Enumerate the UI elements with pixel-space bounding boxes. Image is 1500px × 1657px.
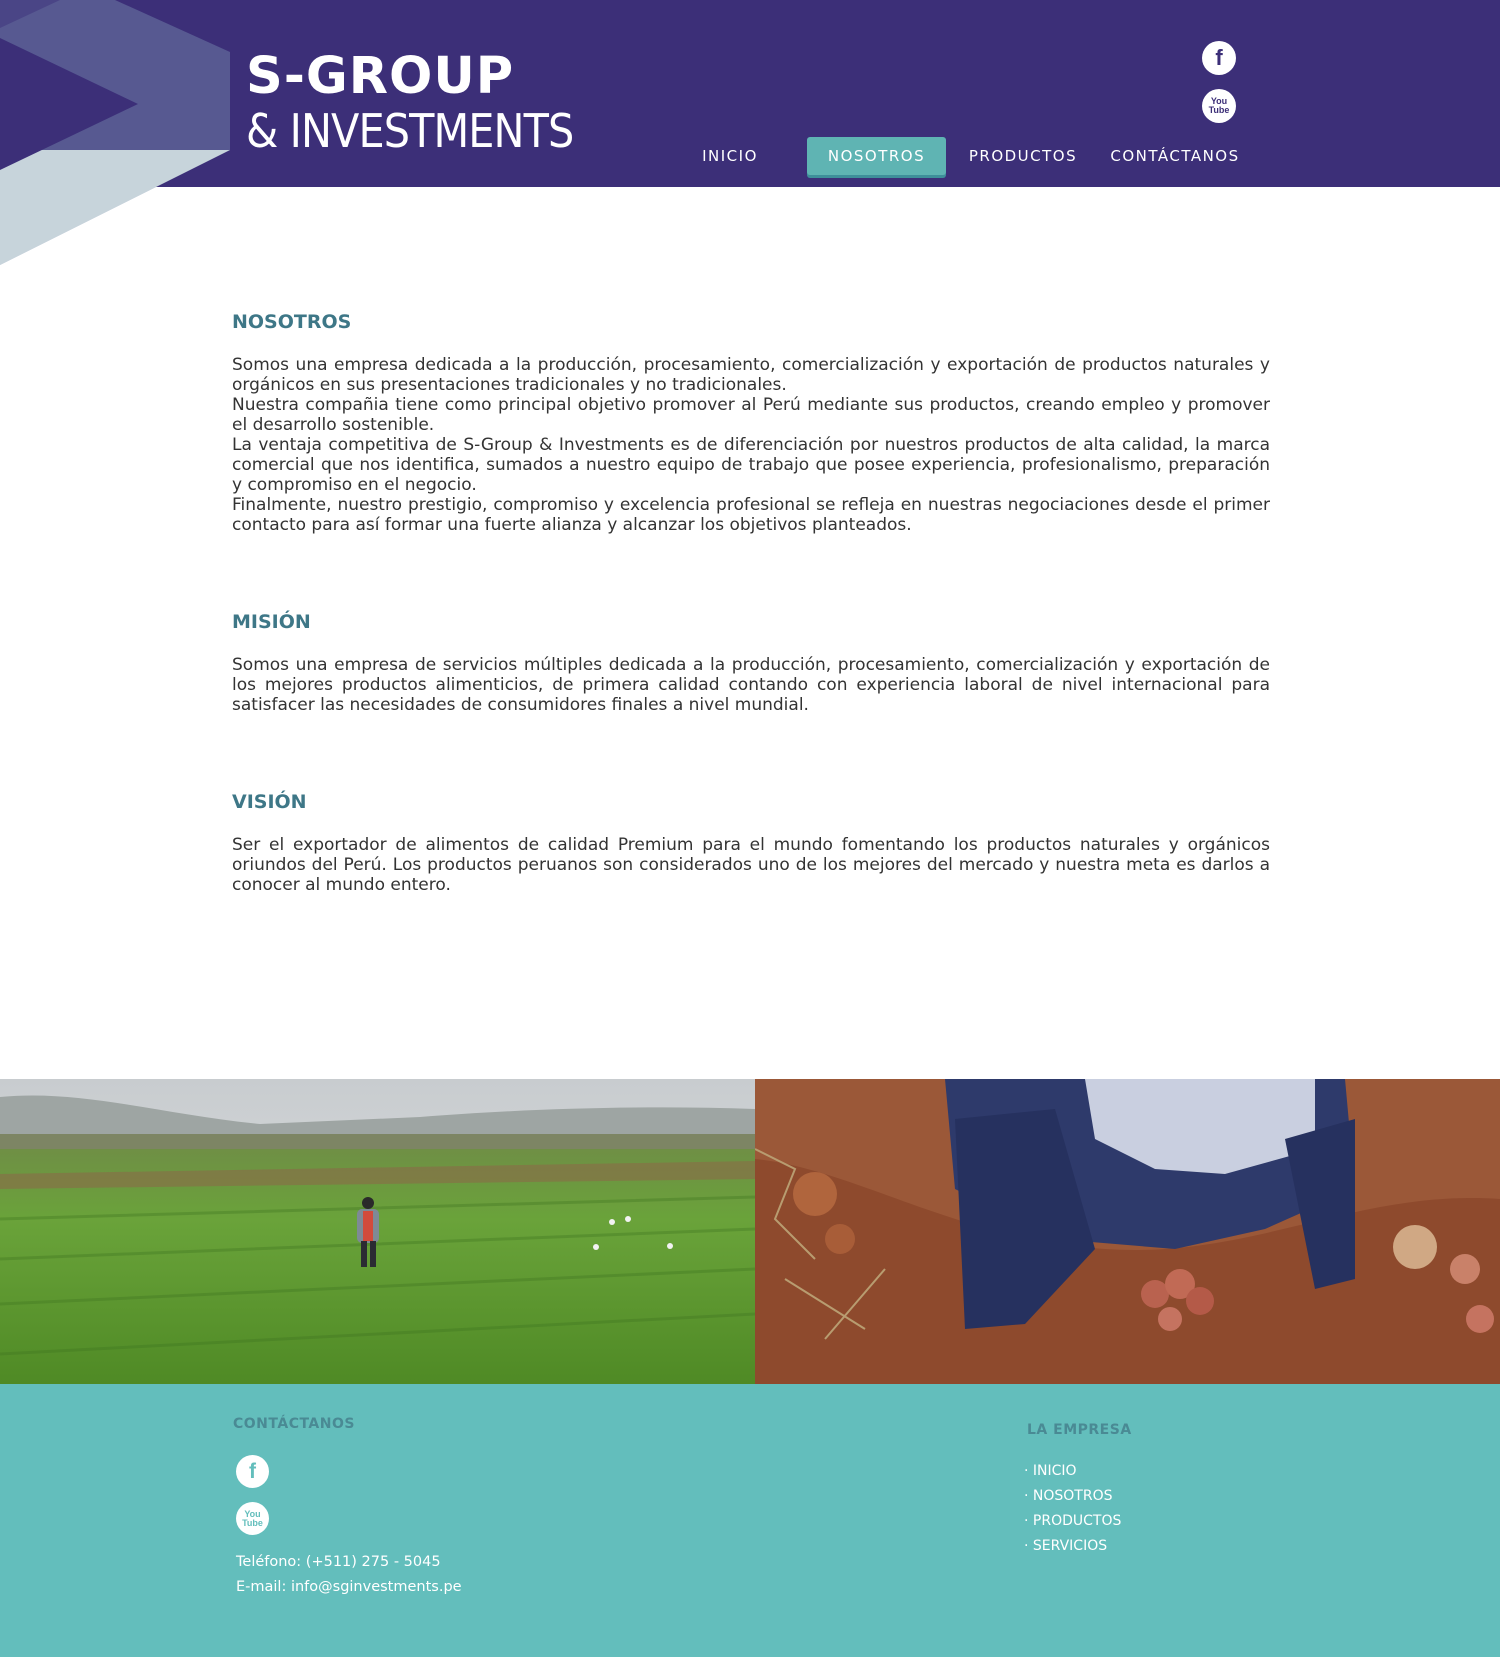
nosotros-body: Somos una empresa dedicada a la producci…: [232, 355, 1270, 535]
nav-contactanos[interactable]: CONTÁCTANOS: [1102, 137, 1248, 175]
site-logo[interactable]: S-GROUP & INVESTMENTS: [246, 47, 610, 158]
youtube-icon[interactable]: You Tube: [1202, 89, 1236, 123]
logo-line1: S-GROUP: [246, 47, 515, 106]
footer-contact-heading: CONTÁCTANOS: [233, 1416, 355, 1432]
footer-link-servicios[interactable]: · SERVICIOS: [1024, 1538, 1107, 1554]
nav-productos[interactable]: PRODUCTOS: [966, 137, 1080, 175]
footer-link-nosotros[interactable]: · NOSOTROS: [1024, 1488, 1112, 1504]
footer-email[interactable]: E-mail: info@sginvestments.pe: [236, 1579, 462, 1595]
potato-harvest-photo: [755, 1079, 1500, 1384]
facebook-icon[interactable]: f: [1202, 41, 1236, 75]
vision-heading: VISIÓN: [232, 791, 307, 813]
nosotros-paragraph: Finalmente, nuestro prestigio, compromis…: [232, 495, 1270, 535]
nosotros-paragraph: Somos una empresa dedicada a la producci…: [232, 355, 1270, 395]
photo-strip: [0, 1079, 1500, 1384]
mision-body: Somos una empresa de servicios múltiples…: [232, 655, 1270, 715]
footer-company-heading: LA EMPRESA: [1027, 1422, 1132, 1438]
vision-paragraph: Ser el exportador de alimentos de calida…: [232, 835, 1270, 895]
nav-nosotros[interactable]: NOSOTROS: [807, 137, 946, 175]
footer-link-inicio[interactable]: · INICIO: [1024, 1463, 1077, 1479]
carrot-field-photo: [0, 1079, 755, 1384]
nosotros-paragraph: La ventaja competitiva de S-Group & Inve…: [232, 435, 1270, 495]
site-footer: CONTÁCTANOS f You Tube Teléfono: (+511) 2…: [0, 1384, 1500, 1657]
logo-line2: & INVESTMENTS: [246, 104, 574, 158]
vision-body: Ser el exportador de alimentos de calida…: [232, 835, 1270, 895]
youtube-icon[interactable]: You Tube: [236, 1502, 269, 1535]
footer-phone: Teléfono: (+511) 275 - 5045: [236, 1554, 441, 1570]
nav-inicio[interactable]: INICIO: [690, 137, 770, 175]
mision-heading: MISIÓN: [232, 611, 311, 633]
site-header: S-GROUP & INVESTMENTS f You Tube INICIO N…: [0, 0, 1500, 265]
nosotros-heading: NOSOTROS: [232, 311, 352, 333]
facebook-icon[interactable]: f: [236, 1455, 269, 1488]
nosotros-paragraph: Nuestra compañia tiene como principal ob…: [232, 395, 1270, 435]
chevron-decoration: [0, 0, 230, 265]
footer-link-productos[interactable]: · PRODUCTOS: [1024, 1513, 1121, 1529]
mision-paragraph: Somos una empresa de servicios múltiples…: [232, 655, 1270, 715]
